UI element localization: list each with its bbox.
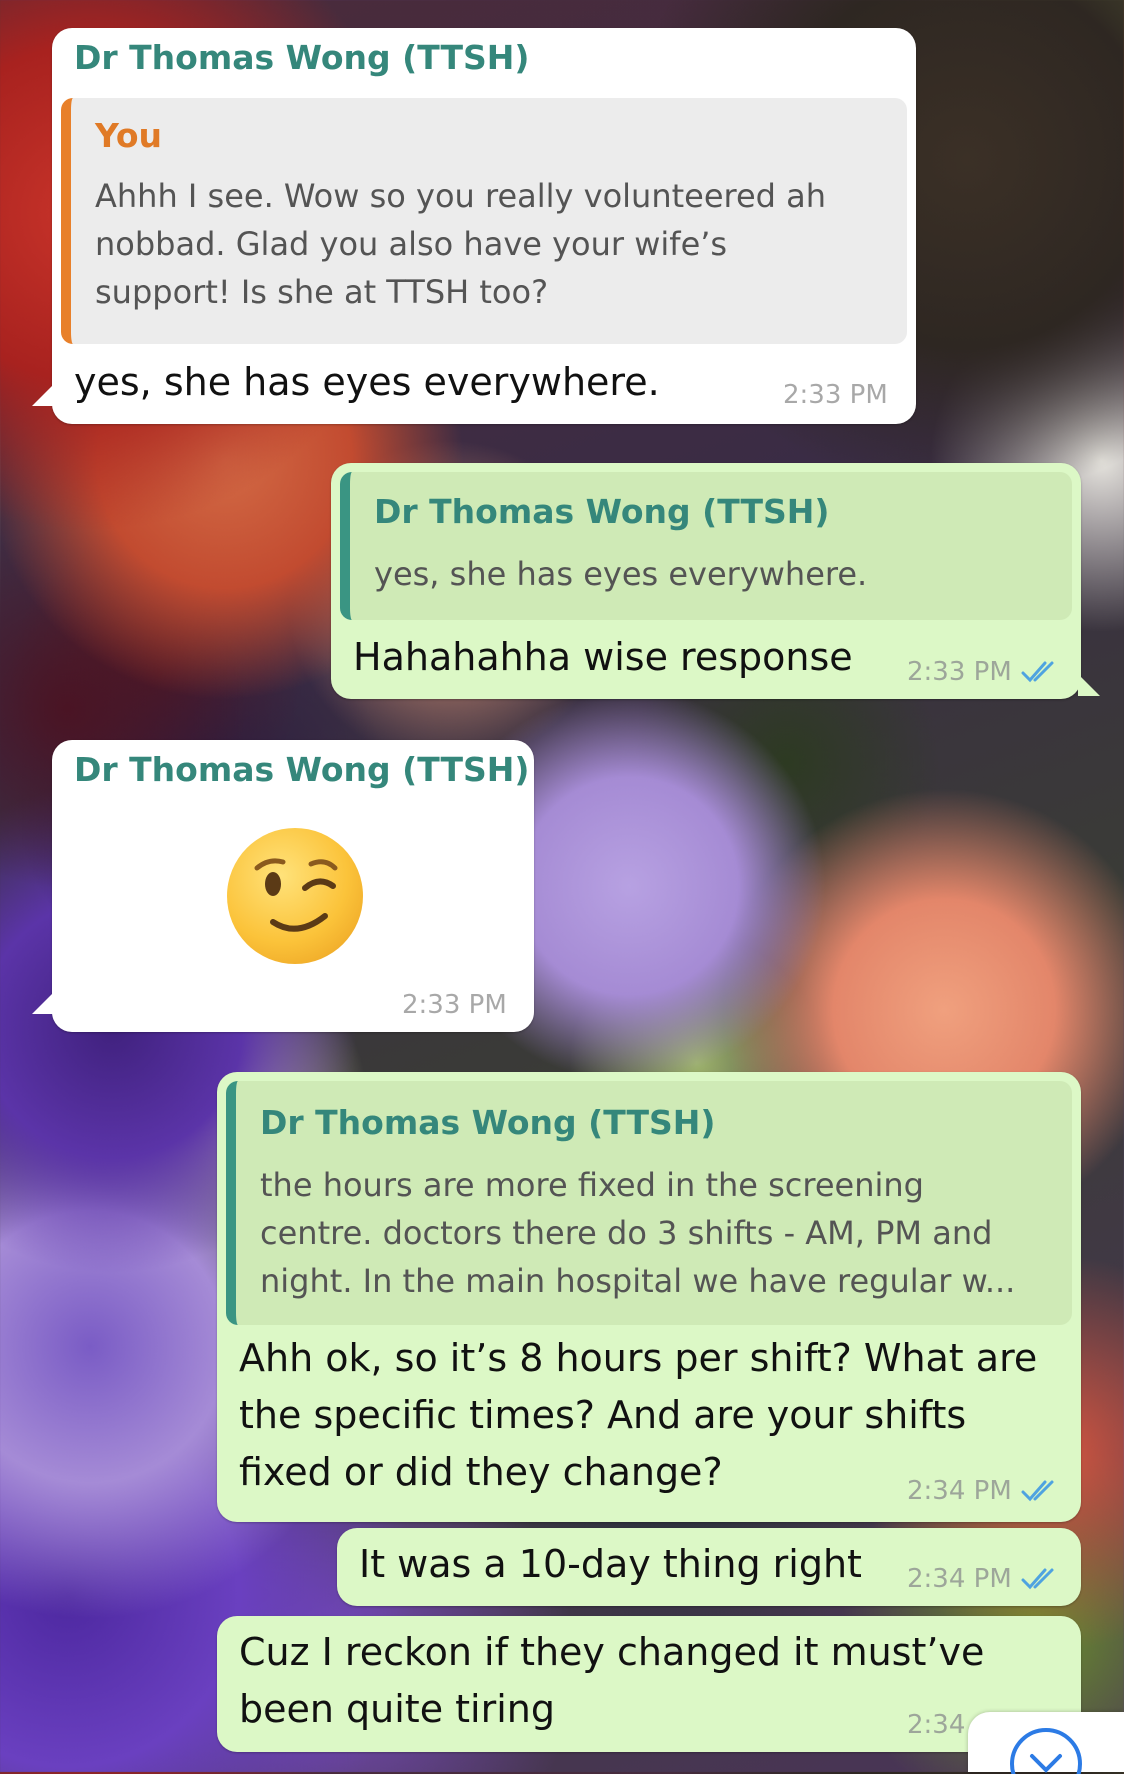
quote-author: Dr Thomas Wong (TTSH) bbox=[374, 492, 830, 531]
message-timestamp: 2:34 bbox=[907, 1710, 966, 1740]
message-bubble-incoming[interactable]: Dr Thomas Wong (TTSH) You Ahhh I see. Wo… bbox=[52, 28, 916, 424]
chevron-down-icon bbox=[1010, 1728, 1082, 1774]
message-text: It was a 10-day thing right bbox=[359, 1542, 862, 1586]
sender-name: Dr Thomas Wong (TTSH) bbox=[74, 750, 530, 789]
sender-name: Dr Thomas Wong (TTSH) bbox=[74, 38, 530, 77]
double-check-icon bbox=[1021, 1568, 1054, 1590]
bubble-tail bbox=[32, 384, 54, 406]
message-bubble-outgoing[interactable]: Cuz I reckon if they changed it must’ve … bbox=[217, 1616, 1081, 1752]
message-timestamp: 2:34 PM bbox=[907, 1564, 1012, 1594]
winking-face-icon bbox=[254, 858, 338, 932]
message-timestamp: 2:34 PM bbox=[907, 1476, 1012, 1506]
message-timestamp: 2:33 PM bbox=[402, 990, 507, 1020]
quoted-message[interactable]: Dr Thomas Wong (TTSH) the hours are more… bbox=[226, 1081, 1072, 1325]
message-text: yes, she has eyes everywhere. bbox=[74, 360, 660, 404]
quote-text: yes, she has eyes everywhere. bbox=[374, 555, 868, 593]
winking-face-emoji bbox=[227, 828, 363, 964]
quote-text: Ahhh I see. Wow so you really volunteere… bbox=[95, 177, 827, 311]
message-timestamp: 2:33 PM bbox=[783, 380, 888, 410]
message-bubble-outgoing[interactable]: Dr Thomas Wong (TTSH) yes, she has eyes … bbox=[331, 463, 1081, 699]
message-text: Hahahahha wise response bbox=[353, 635, 853, 679]
message-bubble-outgoing[interactable]: It was a 10-day thing right 2:34 PM bbox=[337, 1528, 1081, 1606]
quote-author: Dr Thomas Wong (TTSH) bbox=[260, 1103, 716, 1142]
scroll-to-bottom-button[interactable] bbox=[968, 1712, 1124, 1774]
bubble-tail bbox=[32, 992, 54, 1014]
message-bubble-incoming[interactable]: Dr Thomas Wong (TTSH) 2:33 PM bbox=[52, 740, 534, 1032]
double-check-icon bbox=[1021, 1480, 1054, 1502]
quoted-message[interactable]: Dr Thomas Wong (TTSH) yes, she has eyes … bbox=[340, 472, 1072, 620]
quoted-message[interactable]: You Ahhh I see. Wow so you really volunt… bbox=[61, 98, 907, 344]
message-bubble-outgoing[interactable]: Dr Thomas Wong (TTSH) the hours are more… bbox=[217, 1072, 1081, 1522]
quote-text: the hours are more fixed in the screenin… bbox=[260, 1166, 1016, 1300]
bubble-tail bbox=[1078, 674, 1100, 696]
double-check-icon bbox=[1021, 661, 1054, 683]
message-timestamp: 2:33 PM bbox=[907, 657, 1012, 687]
quote-author: You bbox=[95, 116, 163, 155]
